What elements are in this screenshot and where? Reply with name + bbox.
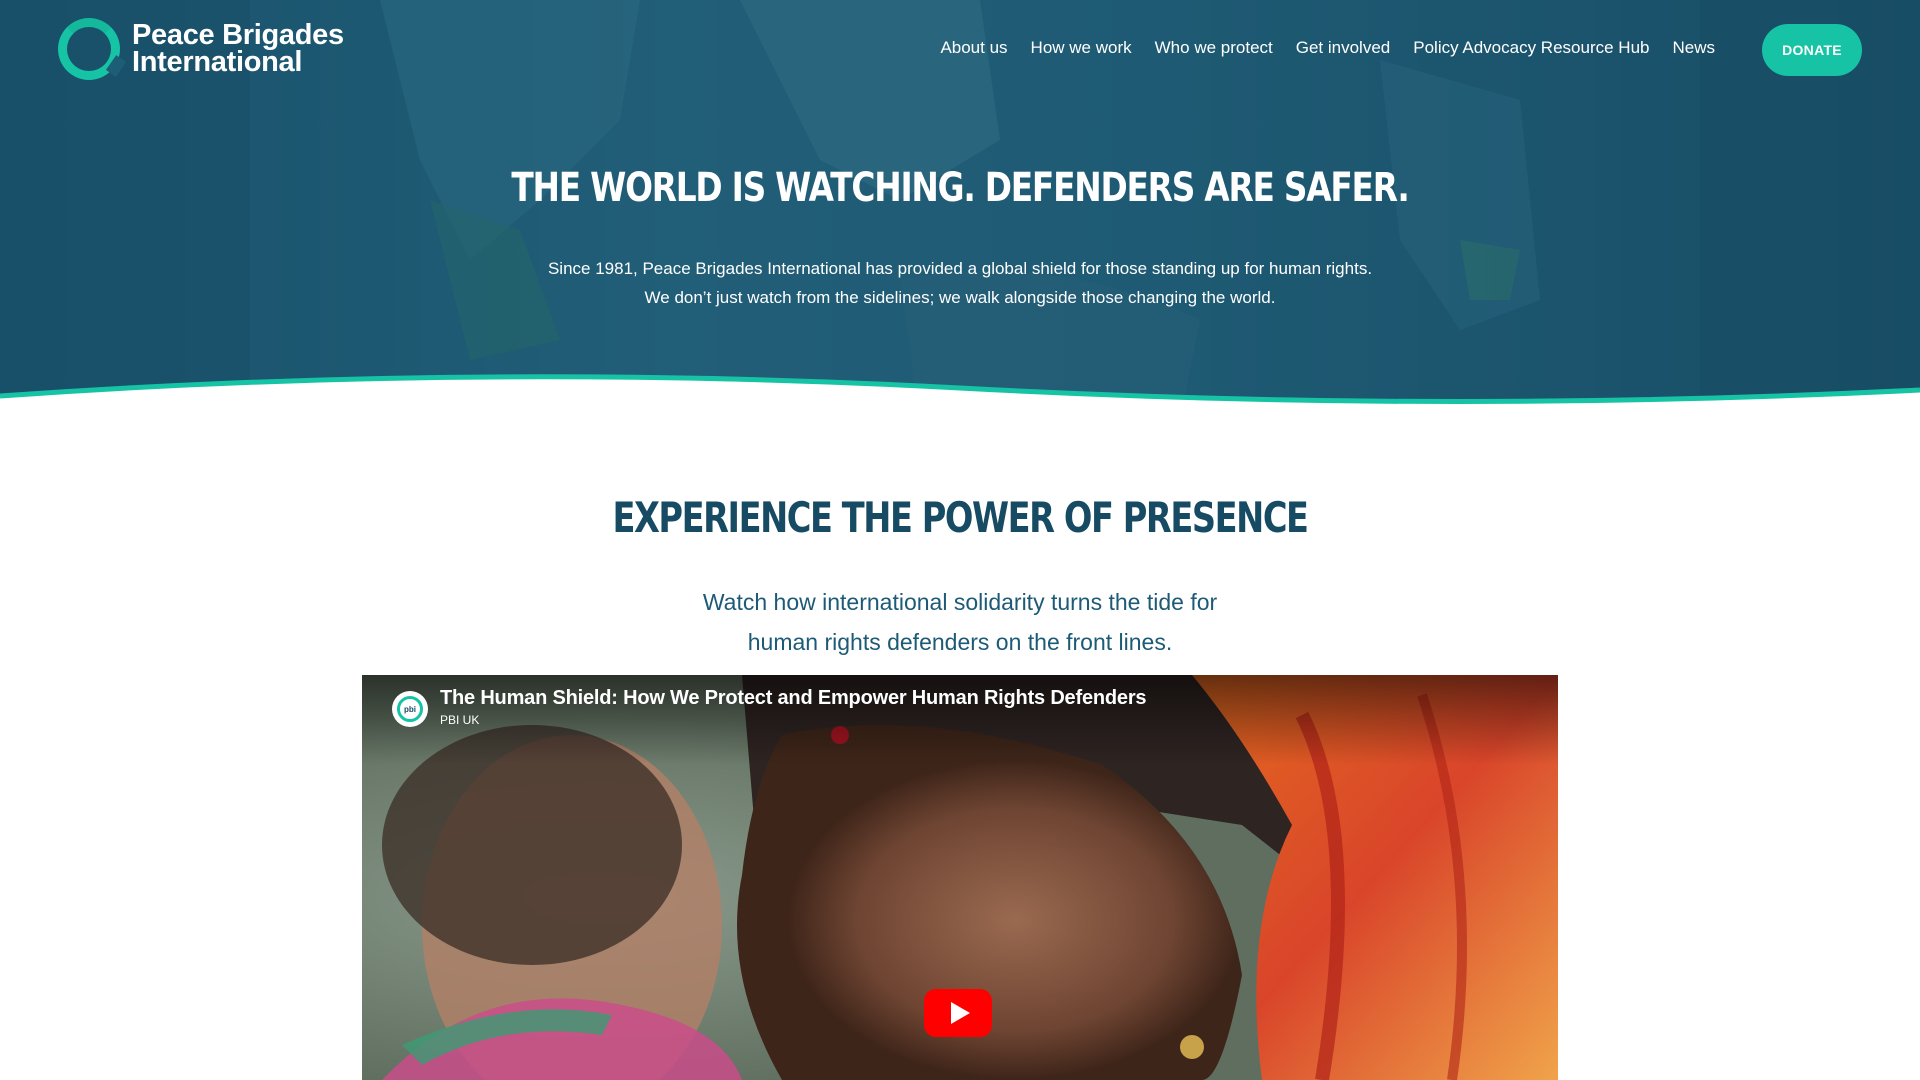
- hero-subtitle-line-1: Since 1981, Peace Brigades International…: [547, 259, 1373, 278]
- section-title: EXPERIENCE THE POWER OF PRESENCE: [612, 493, 1309, 542]
- play-button[interactable]: [924, 989, 992, 1037]
- logo-wordmark: Peace Brigades International: [132, 19, 344, 78]
- play-icon: [950, 1002, 970, 1024]
- pbi-logo-icon: pbi: [397, 696, 423, 722]
- logo-ring-icon: [58, 18, 120, 80]
- nav-news[interactable]: News: [1672, 38, 1715, 58]
- section-subtitle-line-2: human rights defenders on the front line…: [747, 629, 1173, 655]
- hero-subtitle: Since 1981, Peace Brigades International…: [0, 254, 1920, 312]
- hero-wave-divider: [0, 374, 1920, 420]
- nav-about-us[interactable]: About us: [940, 38, 1007, 58]
- video-title[interactable]: The Human Shield: How We Protect and Emp…: [440, 687, 1147, 710]
- video-channel-name[interactable]: PBI UK: [440, 713, 479, 727]
- video-embed[interactable]: pbi The Human Shield: How We Protect and…: [362, 675, 1558, 1080]
- section-subtitle-line-1: Watch how international solidarity turns…: [702, 589, 1218, 615]
- nav-who-we-protect[interactable]: Who we protect: [1155, 38, 1273, 58]
- main-nav: About us How we work Who we protect Get …: [917, 38, 1715, 58]
- site-header: Peace Brigades International About us Ho…: [0, 0, 1920, 100]
- nav-how-we-work[interactable]: How we work: [1031, 38, 1132, 58]
- logo-line-1: Peace Brigades: [132, 19, 344, 51]
- section-subtitle: Watch how international solidarity turns…: [0, 582, 1920, 662]
- nav-policy-advocacy-resource-hub[interactable]: Policy Advocacy Resource Hub: [1413, 38, 1649, 58]
- donate-button[interactable]: DONATE: [1762, 24, 1862, 76]
- site-logo[interactable]: Peace Brigades International: [58, 18, 344, 80]
- hero-title: THE WORLD IS WATCHING. DEFENDERS ARE SAF…: [511, 165, 1409, 211]
- nav-get-involved[interactable]: Get involved: [1296, 38, 1391, 58]
- channel-avatar[interactable]: pbi: [392, 691, 428, 727]
- logo-line-2: International: [132, 46, 303, 78]
- hero-subtitle-line-2: We don’t just watch from the sidelines; …: [644, 288, 1276, 307]
